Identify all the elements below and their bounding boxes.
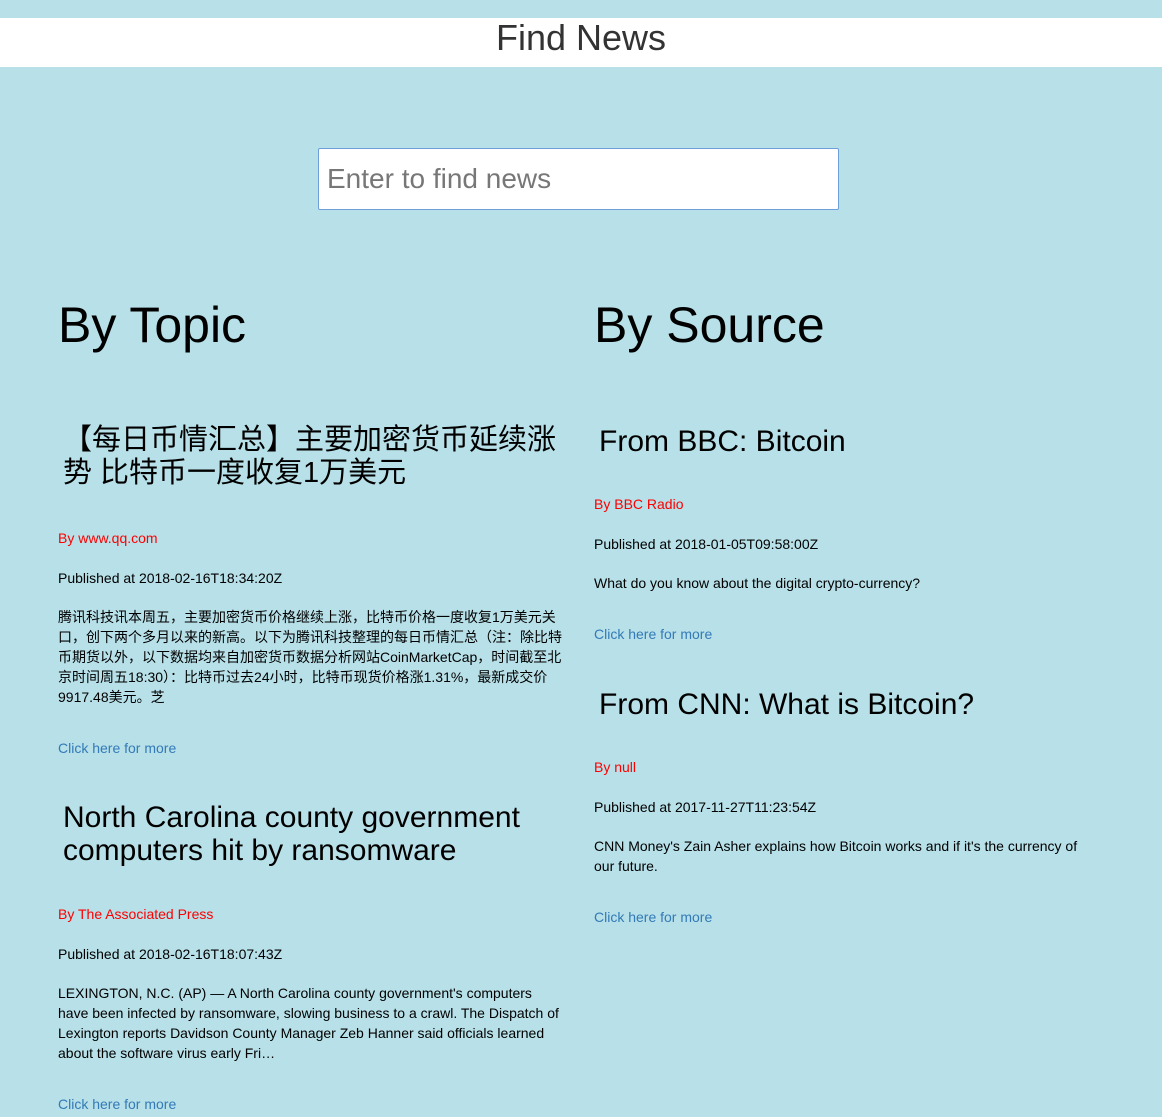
search-input[interactable] — [318, 148, 839, 210]
article-title: From CNN: What is Bitcoin? — [599, 688, 975, 721]
by-topic-heading: By Topic — [58, 297, 247, 353]
article-title: 【每日币情汇总】主要加密货币延续涨势 比特币一度收复1万美元 — [63, 424, 557, 489]
page-header: Find News — [0, 18, 1162, 67]
topic-article-2: North Carolina county government compute… — [58, 801, 563, 1117]
page-title: Find News — [495, 17, 667, 58]
article-description: LEXINGTON, N.C. (AP) — A North Carolina … — [58, 985, 559, 1061]
article-published: Published at 2018-01-05T09:58:00Z — [594, 536, 819, 552]
article-description: 腾讯科技讯本周五，主要加密货币价格继续上涨，比特币价格一度收复1万美元关口，创下… — [58, 609, 562, 705]
article-byline: By The Associated Press — [58, 906, 214, 922]
source-article-1: From BBC: Bitcoin By BBC Radio Published… — [594, 425, 1099, 655]
source-article-2: From CNN: What is Bitcoin? By null Publi… — [594, 688, 1099, 928]
read-more-link[interactable]: Click here for more — [58, 740, 176, 756]
article-byline: By null — [594, 759, 637, 775]
search-container — [318, 148, 839, 210]
article-title: From BBC: Bitcoin — [599, 425, 846, 458]
article-published: Published at 2018-02-16T18:07:43Z — [58, 946, 283, 962]
by-source-heading: By Source — [594, 297, 825, 353]
article-published: Published at 2018-02-16T18:34:20Z — [58, 570, 283, 586]
read-more-link[interactable]: Click here for more — [58, 1096, 176, 1112]
article-description: CNN Money's Zain Asher explains how Bitc… — [594, 838, 1078, 874]
article-byline: By www.qq.com — [58, 530, 158, 546]
article-title: North Carolina county government compute… — [63, 801, 520, 867]
topic-article-1: 【每日币情汇总】主要加密货币延续涨势 比特币一度收复1万美元 By www.qq… — [58, 424, 563, 764]
read-more-link[interactable]: Click here for more — [594, 909, 712, 925]
article-published: Published at 2017-11-27T11:23:54Z — [594, 799, 817, 815]
article-byline: By BBC Radio — [594, 496, 684, 512]
read-more-link[interactable]: Click here for more — [594, 626, 712, 642]
article-description: What do you know about the digital crypt… — [594, 575, 921, 591]
